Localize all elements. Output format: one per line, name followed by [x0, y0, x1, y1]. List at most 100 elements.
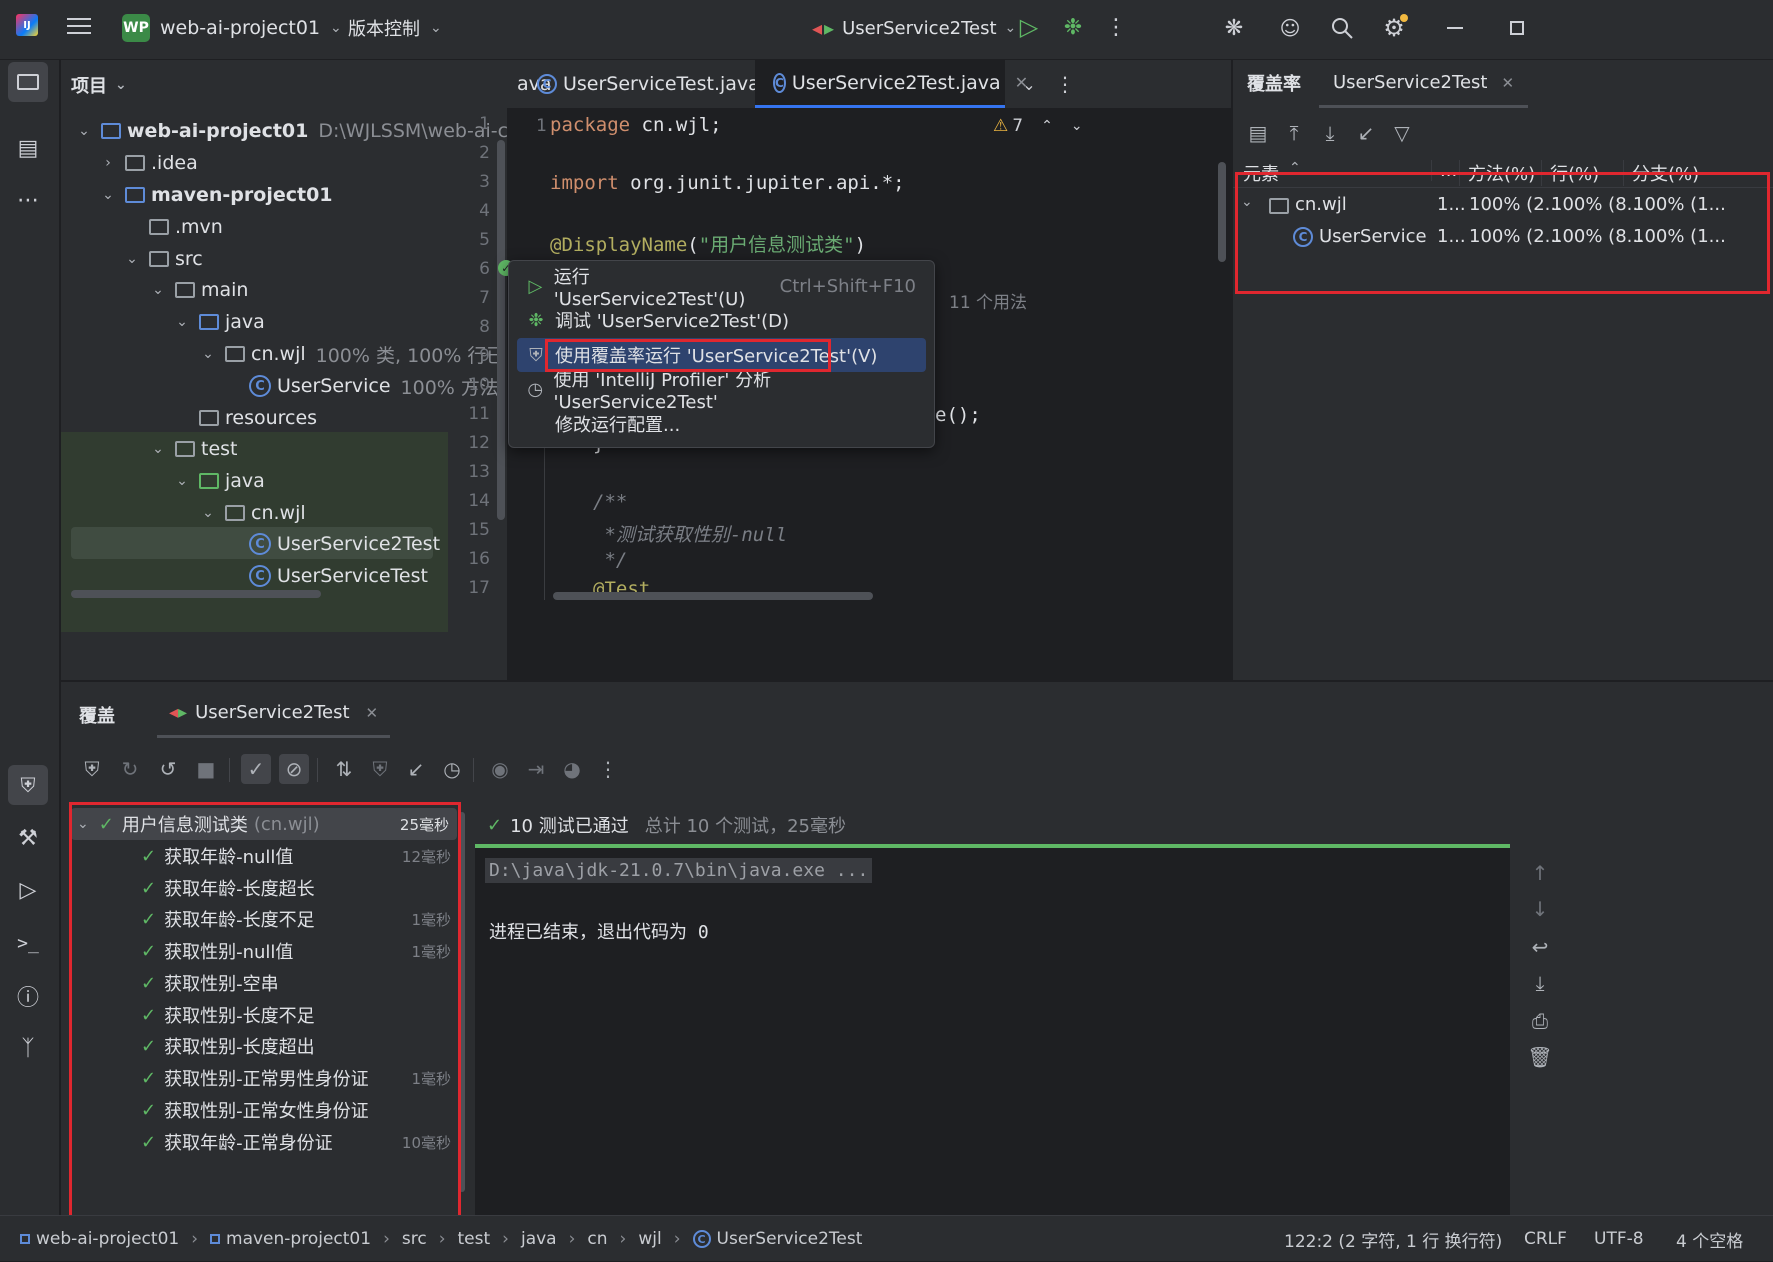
column-header-method[interactable]: 方法(%): [1459, 160, 1535, 186]
vcs-menu[interactable]: 版本控制 ⌄: [348, 12, 442, 44]
console[interactable]: D:\java\jdk-21.0.7\bin\java.exe ... 进程已结…: [475, 848, 1510, 1216]
tree-item-maven-project[interactable]: ⌄ maven-project01: [99, 178, 332, 212]
coverage-row-package[interactable]: ⌄ cn.wjl 1... 100% (2... 100% (8... 100%…: [1233, 190, 1773, 222]
tree-item-resources[interactable]: resources: [199, 401, 317, 435]
more-tools-icon[interactable]: ⋯: [8, 180, 48, 220]
add-user-icon[interactable]: ☺: [1276, 14, 1304, 42]
structure-icon[interactable]: ▤: [8, 128, 48, 168]
coverage-tab-config[interactable]: UserService2Test ✕: [1319, 60, 1529, 108]
column-header-branch[interactable]: 分支(%): [1623, 160, 1699, 186]
import-tests-icon[interactable]: ↙: [401, 754, 431, 784]
test-item[interactable]: ✓ 获取年龄-长度超长: [141, 872, 475, 904]
menu-item-debug[interactable]: ❉ 调试 'UserService2Test'(D): [517, 303, 926, 337]
breadcrumb-item[interactable]: src: [402, 1229, 427, 1249]
usages-hint[interactable]: 11 个用法: [949, 288, 1027, 313]
breadcrumb-item[interactable]: UserService2Test: [717, 1229, 863, 1249]
indent-setting[interactable]: 4 个空格: [1676, 1216, 1743, 1262]
column-header-line[interactable]: 行(%): [1541, 160, 1599, 186]
rerun-coverage-icon[interactable]: ⛨: [77, 754, 107, 784]
breadcrumb-item[interactable]: test: [458, 1229, 491, 1249]
import-icon[interactable]: ↙: [1351, 118, 1381, 148]
project-switcher[interactable]: WP web-ai-project01 ⌄: [122, 12, 342, 44]
tree-item-test[interactable]: ⌄ test: [149, 432, 237, 466]
editor-vscrollbar[interactable]: [1218, 162, 1226, 262]
close-icon[interactable]: ✕: [366, 704, 379, 722]
shield-icon[interactable]: ⛨: [365, 754, 395, 784]
column-header-class[interactable]: ...: [1431, 160, 1457, 181]
menu-item-profiler[interactable]: ◷ 使用 'IntelliJ Profiler' 分析 'UserService2…: [517, 370, 926, 413]
gauge-icon[interactable]: ◕: [557, 754, 587, 784]
trash-icon[interactable]: 🗑: [1525, 1042, 1555, 1072]
scroll-to-end-icon[interactable]: ⤓: [1525, 968, 1555, 998]
search-icon[interactable]: [1328, 14, 1356, 42]
tree-item-src[interactable]: ⌄ src: [123, 242, 203, 276]
build-icon[interactable]: ⚒: [8, 818, 48, 858]
more-icon[interactable]: ⋮: [593, 754, 623, 784]
tab-userservicetest[interactable]: C UserServiceTest.java: [537, 60, 760, 108]
project-tool-icon[interactable]: [8, 62, 48, 102]
test-item[interactable]: ✓ 获取性别-正常女性身份证: [141, 1094, 475, 1126]
editor-hscrollbar[interactable]: [553, 592, 873, 600]
menu-item-edit-config[interactable]: 修改运行配置...: [517, 407, 926, 441]
scroll-down-icon[interactable]: ↓: [1525, 894, 1555, 924]
tree-item-main[interactable]: ⌄ main: [149, 273, 248, 307]
navigate-up-icon[interactable]: ⤒: [1279, 118, 1309, 148]
test-item[interactable]: ✓ 获取年龄-长度不足 1毫秒: [141, 903, 475, 935]
test-root[interactable]: ⌄ ✓ 用户信息测试类 (cn.wjl) 25毫秒: [71, 808, 457, 840]
test-item[interactable]: ✓ 获取年龄-正常身份证 10毫秒: [141, 1126, 475, 1158]
coverage-tab-title[interactable]: 覆盖率: [1247, 70, 1301, 96]
file-encoding[interactable]: UTF-8: [1594, 1216, 1644, 1262]
tree-item-idea[interactable]: › .idea: [99, 146, 198, 180]
coverage-tool-icon[interactable]: ⛨: [8, 765, 48, 805]
breadcrumb-item[interactable]: wjl: [638, 1229, 661, 1249]
line-separator[interactable]: CRLF: [1524, 1216, 1567, 1262]
ai-assistant-icon[interactable]: ❋: [1220, 14, 1248, 42]
git-icon[interactable]: ᛉ: [8, 1028, 48, 1068]
settings-icon[interactable]: ⚙: [1380, 14, 1408, 42]
tree-item-test-java[interactable]: ⌄ java: [173, 464, 265, 498]
main-menu-icon[interactable]: [66, 14, 92, 38]
tree-item-main-java[interactable]: ⌄ java: [173, 305, 265, 339]
test-tree-scrollbar[interactable]: [459, 812, 465, 1192]
breadcrumb-item[interactable]: maven-project01: [226, 1229, 371, 1249]
breadcrumb-item[interactable]: java: [521, 1229, 557, 1249]
tree-item-mvn[interactable]: .mvn: [149, 210, 223, 244]
navigate-down-icon[interactable]: ⤓: [1315, 118, 1345, 148]
rerun-failed-icon[interactable]: ↻: [115, 754, 145, 784]
bottom-tab-run[interactable]: ◂ ▸ UserService2Test ✕: [157, 690, 391, 738]
run-config-selector[interactable]: ◂ ▸ UserService2Test ⌄: [812, 12, 1016, 44]
test-item[interactable]: ✓ 获取性别-空串: [141, 967, 475, 999]
project-hscrollbar[interactable]: [71, 590, 321, 598]
tree-item-userservicetest[interactable]: C UserServiceTest: [249, 559, 428, 593]
test-item[interactable]: ✓ 获取性别-长度不足: [141, 999, 475, 1031]
column-header-element[interactable]: 元素 ⌃: [1243, 160, 1301, 186]
tabs-more-icon[interactable]: ⋮: [1055, 72, 1075, 96]
terminal-icon[interactable]: >_: [8, 923, 48, 963]
scroll-up-icon[interactable]: ↑: [1525, 858, 1555, 888]
run-icon[interactable]: ▷: [1016, 13, 1042, 41]
more-actions-icon[interactable]: ⋮: [1105, 14, 1127, 40]
tree-item-test-package[interactable]: ⌄ cn.wjl: [199, 496, 306, 530]
show-ignored-icon[interactable]: ⊘: [279, 754, 309, 784]
soft-wrap-icon[interactable]: ↩: [1525, 932, 1555, 962]
screenshot-icon[interactable]: ◉: [485, 754, 515, 784]
caret-position[interactable]: 122:2 (2 字符, 1 行 换行符): [1284, 1216, 1502, 1262]
filter-icon[interactable]: ▽: [1387, 118, 1417, 148]
minimize-icon[interactable]: [1440, 14, 1470, 42]
coverage-row-class[interactable]: C UserService 1... 100% (2... 100% (8...…: [1233, 222, 1773, 254]
intellij-logo-icon[interactable]: IJ: [16, 14, 38, 36]
toggle-auto-test-icon[interactable]: ↺: [153, 754, 183, 784]
sort-icon[interactable]: ⇅: [329, 754, 359, 784]
tabs-dropdown-icon[interactable]: ⌄: [1017, 72, 1041, 96]
tree-item-userservice2test[interactable]: C UserService2Test: [249, 527, 440, 561]
test-item[interactable]: ✓ 获取年龄-null值 12毫秒: [141, 840, 475, 872]
export-icon[interactable]: ⇥: [521, 754, 551, 784]
stop-icon[interactable]: ■: [191, 754, 221, 784]
debug-icon[interactable]: ❉: [1060, 14, 1086, 40]
services-icon[interactable]: ▷: [8, 870, 48, 910]
show-passed-icon[interactable]: ✓: [241, 754, 271, 784]
bottom-tab-coverage[interactable]: 覆盖: [79, 702, 115, 728]
problems-icon[interactable]: ⓘ: [8, 976, 48, 1016]
breadcrumb-item[interactable]: cn: [587, 1229, 607, 1249]
close-icon[interactable]: ✕: [1501, 74, 1514, 92]
